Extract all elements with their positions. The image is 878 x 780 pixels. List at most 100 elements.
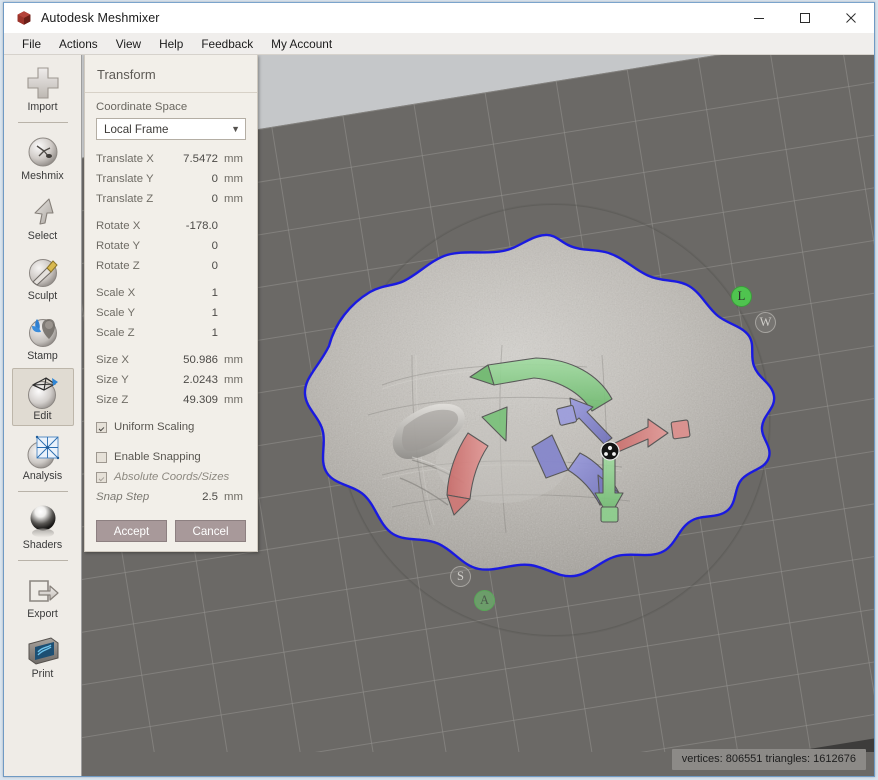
tool-sculpt[interactable]: Sculpt — [12, 248, 74, 306]
field-row-scale-x[interactable]: Scale X1 — [85, 283, 257, 303]
tool-label: Select — [28, 230, 57, 242]
snap-step-value[interactable]: 2.5 — [174, 491, 224, 503]
field-row-scale-y[interactable]: Scale Y1 — [85, 303, 257, 323]
world-frame-toggle[interactable]: W — [755, 312, 776, 333]
local-frame-label: L — [738, 289, 746, 304]
enable-snapping-row[interactable]: Enable Snapping — [85, 447, 257, 467]
field-row-rotate-y[interactable]: Rotate Y0 — [85, 236, 257, 256]
field-row-translate-x[interactable]: Translate X7.5472mm — [85, 149, 257, 169]
tool-meshmix[interactable]: Meshmix — [12, 128, 74, 186]
field-label-rotate-y: Rotate Y — [96, 240, 174, 252]
field-value-size-x[interactable]: 50.986 — [174, 354, 224, 366]
field-unit-size-y: mm — [224, 374, 246, 386]
uniform-scaling-checkbox[interactable] — [96, 422, 107, 433]
panel-buttons: Accept Cancel — [85, 507, 257, 542]
tool-edit[interactable]: Edit — [12, 368, 74, 426]
app-body: Import Meshmix Select Sculpt Stamp EditAnalys… — [4, 55, 874, 776]
export-arrow-icon — [24, 571, 62, 609]
tool-export[interactable]: Export — [12, 566, 74, 624]
menu-item-help[interactable]: Help — [150, 35, 192, 53]
absolute-coords-label: Absolute Coords/Sizes — [114, 471, 229, 483]
field-unit-size-z: mm — [224, 394, 246, 406]
3d-viewport[interactable]: L W S A vertices: 806551 triangles: 1612… — [82, 55, 874, 776]
transform-panel: Transform Coordinate Space Local Frame ▼… — [84, 55, 258, 552]
uniform-scaling-row[interactable]: Uniform Scaling — [85, 417, 257, 437]
coordinate-space-section: Coordinate Space Local Frame ▼ — [85, 93, 257, 140]
coordinate-space-label: Coordinate Space — [96, 101, 246, 113]
accept-button[interactable]: Accept — [96, 520, 167, 542]
analysis-mesh-icon — [24, 433, 62, 471]
maximize-icon[interactable] — [782, 3, 828, 33]
tool-analysis[interactable]: Analysis — [12, 428, 74, 486]
field-row-translate-z[interactable]: Translate Z0mm — [85, 189, 257, 209]
cursor-arrow-icon — [24, 193, 62, 231]
snap-toggle[interactable]: S — [450, 566, 471, 587]
field-label-translate-z: Translate Z — [96, 193, 174, 205]
field-value-rotate-z[interactable]: 0 — [174, 260, 224, 272]
tool-label: Stamp — [27, 350, 58, 362]
gizmo-reference-circle — [337, 203, 771, 637]
menu-item-view[interactable]: View — [107, 35, 150, 53]
absolute-toggle[interactable]: A — [474, 590, 495, 611]
close-icon[interactable] — [828, 3, 874, 33]
field-row-rotate-x[interactable]: Rotate X-178.0 — [85, 216, 257, 236]
field-label-rotate-z: Rotate Z — [96, 260, 174, 272]
field-value-translate-x[interactable]: 7.5472 — [174, 153, 224, 165]
stamp-icon — [24, 313, 62, 351]
minimize-icon[interactable] — [736, 3, 782, 33]
field-value-size-y[interactable]: 2.0243 — [174, 374, 224, 386]
tool-print[interactable]: Print — [12, 626, 74, 684]
field-row-size-x[interactable]: Size X50.986mm — [85, 350, 257, 370]
tool-select[interactable]: Select — [12, 188, 74, 246]
window-controls — [736, 3, 874, 33]
field-label-scale-y: Scale Y — [96, 307, 174, 319]
tool-import[interactable]: Import — [12, 59, 74, 117]
field-unit-translate-x: mm — [224, 153, 246, 165]
tool-stamp[interactable]: Stamp — [12, 308, 74, 366]
field-value-scale-y[interactable]: 1 — [174, 307, 224, 319]
enable-snapping-checkbox[interactable] — [96, 452, 107, 463]
field-row-scale-z[interactable]: Scale Z1 — [85, 323, 257, 343]
absolute-toggle-label: A — [480, 593, 489, 608]
uniform-scaling-label: Uniform Scaling — [114, 421, 194, 433]
application-window: Autodesk Meshmixer FileActionsViewHelpFe… — [3, 2, 875, 777]
meshmixer-cube-icon — [16, 10, 32, 26]
field-row-translate-y[interactable]: Translate Y0mm — [85, 169, 257, 189]
meshmix-icon — [24, 133, 62, 171]
sculpt-brush-icon — [24, 253, 62, 291]
coordinate-space-select[interactable]: Local Frame ▼ — [96, 118, 246, 140]
local-frame-toggle[interactable]: L — [731, 286, 752, 307]
field-value-scale-x[interactable]: 1 — [174, 287, 224, 299]
field-value-rotate-x[interactable]: -178.0 — [174, 220, 224, 232]
cancel-button[interactable]: Cancel — [175, 520, 246, 542]
tool-shaders[interactable]: Shaders — [12, 497, 74, 555]
tool-label: Export — [27, 608, 58, 620]
field-value-translate-z[interactable]: 0 — [174, 193, 224, 205]
absolute-coords-row[interactable]: Absolute Coords/Sizes — [85, 467, 257, 487]
field-row-size-z[interactable]: Size Z49.309mm — [85, 390, 257, 410]
snap-step-row[interactable]: Snap Step 2.5 mm — [85, 487, 257, 507]
field-value-scale-z[interactable]: 1 — [174, 327, 224, 339]
window-title: Autodesk Meshmixer — [41, 11, 160, 25]
field-value-rotate-y[interactable]: 0 — [174, 240, 224, 252]
left-toolbar: Import Meshmix Select Sculpt Stamp EditAnalys… — [4, 55, 82, 776]
menu-item-actions[interactable]: Actions — [50, 35, 107, 53]
printer-icon — [24, 631, 62, 669]
tool-label: Sculpt — [28, 290, 57, 302]
field-row-size-y[interactable]: Size Y2.0243mm — [85, 370, 257, 390]
mesh-statistics-readout: vertices: 806551 triangles: 1612676 — [672, 749, 866, 770]
snap-toggle-label: S — [457, 569, 464, 584]
field-group-gap — [85, 276, 257, 283]
menu-item-file[interactable]: File — [13, 35, 50, 53]
field-label-translate-y: Translate Y — [96, 173, 174, 185]
tool-label: Import — [27, 101, 57, 113]
menu-item-feedback[interactable]: Feedback — [192, 35, 262, 53]
absolute-coords-checkbox[interactable] — [96, 472, 107, 483]
panel-title: Transform — [85, 55, 257, 93]
field-row-rotate-z[interactable]: Rotate Z0 — [85, 256, 257, 276]
menu-item-my-account[interactable]: My Account — [262, 35, 341, 53]
field-value-size-z[interactable]: 49.309 — [174, 394, 224, 406]
field-value-translate-y[interactable]: 0 — [174, 173, 224, 185]
world-frame-label: W — [760, 315, 772, 330]
snap-step-label: Snap Step — [96, 491, 174, 503]
